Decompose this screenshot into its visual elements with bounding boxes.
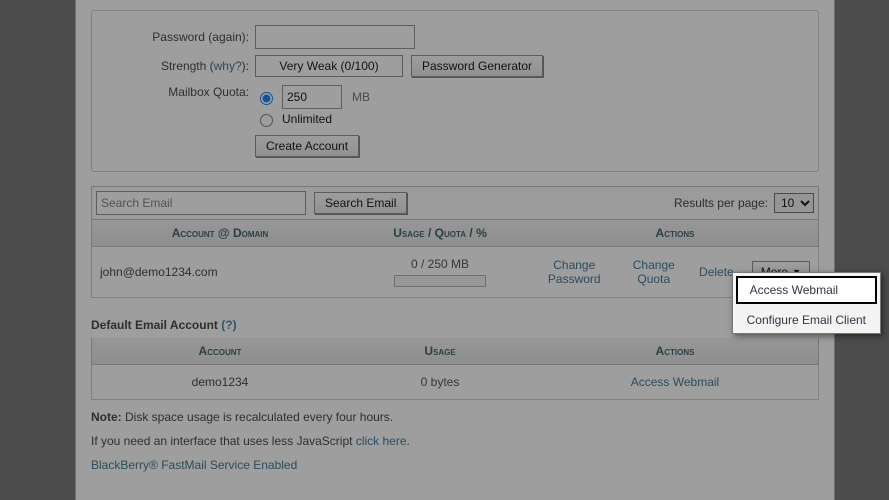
blackberry-link[interactable]: BlackBerry® FastMail Service Enabled (91, 458, 297, 472)
account-email: john@demo1234.com (100, 265, 340, 279)
create-form-box: Password (again): Strength (why?): Very … (91, 10, 819, 172)
per-page-label: Results per page: (674, 196, 768, 210)
per-page-select[interactable]: 10 (774, 193, 814, 213)
strength-why-link[interactable]: why? (214, 59, 242, 73)
quota-label: Mailbox Quota: (104, 83, 255, 99)
click-here-link[interactable]: click here (356, 434, 407, 448)
search-button[interactable]: Search Email (314, 192, 407, 214)
password-again-label: Password (again): (104, 30, 255, 44)
quota-unlimited-label: Unlimited (282, 112, 332, 126)
table-row: john@demo1234.com 0 / 250 MB Change Pass… (91, 247, 819, 298)
quota-unit-label: MB (352, 90, 370, 104)
col-actions-header: Actions (540, 226, 810, 240)
default-account-heading: Default Email Account (?) (91, 318, 819, 332)
table-row: demo1234 0 bytes Access Webmail (91, 365, 819, 400)
account-usage: 0 / 250 MB (340, 257, 540, 287)
default-account-usage: 0 bytes (340, 375, 540, 389)
col-usage-header: Usage (340, 344, 540, 358)
recalc-note: Note: Disk space usage is recalculated e… (91, 410, 819, 424)
delete-link[interactable]: Delete (699, 265, 734, 279)
strength-meter: Very Weak (0/100) (255, 55, 403, 77)
quota-fixed-radio[interactable] (260, 92, 273, 105)
col-account-header: Account (100, 344, 340, 358)
col-actions-header: Actions (540, 344, 810, 358)
help-icon[interactable]: (?) (221, 318, 236, 332)
search-input[interactable] (96, 191, 306, 215)
quota-unlimited-radio[interactable] (260, 114, 273, 127)
less-js-note: If you need an interface that uses less … (91, 434, 819, 448)
more-dropdown: Access Webmail Configure Email Client (732, 272, 881, 334)
search-bar: Search Email Results per page: 10 (91, 186, 819, 220)
main-panel: Password (again): Strength (why?): Very … (75, 0, 835, 500)
change-quota-link[interactable]: Change Quota (627, 258, 682, 287)
quota-value-input[interactable] (282, 85, 342, 109)
password-generator-button[interactable]: Password Generator (411, 55, 543, 77)
quota-options: MB Unlimited (255, 83, 370, 129)
col-account-header: Account @ Domain (100, 226, 340, 240)
access-webmail-link[interactable]: Access Webmail (631, 375, 719, 389)
accounts-table-header: Account @ Domain Usage / Quota / % Actio… (91, 220, 819, 247)
strength-label: Strength (why?): (104, 59, 255, 73)
password-again-input[interactable] (255, 25, 415, 49)
default-account-name: demo1234 (100, 375, 340, 389)
configure-email-item[interactable]: Configure Email Client (733, 307, 880, 333)
default-table-header: Account Usage Actions (91, 338, 819, 365)
access-webmail-item[interactable]: Access Webmail (736, 276, 877, 304)
change-password-link[interactable]: Change Password (540, 258, 609, 287)
create-account-button[interactable]: Create Account (255, 135, 359, 157)
usage-progress-bar (394, 275, 486, 287)
col-usage-header: Usage / Quota / % (340, 226, 540, 240)
